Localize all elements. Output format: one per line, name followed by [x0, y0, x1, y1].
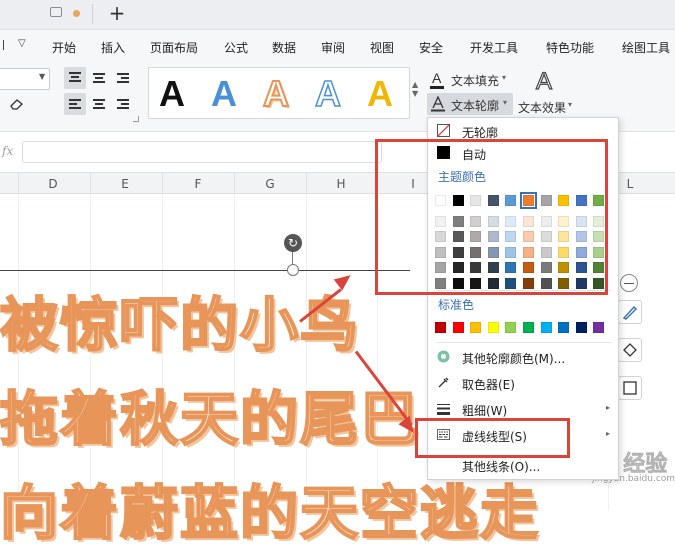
standard-color-swatch[interactable] — [505, 322, 517, 333]
text-outline-button[interactable]: 文本轮廓 ▾ — [427, 93, 513, 115]
more-outline-colors-label: 其他轮廓颜色(M)... — [462, 352, 566, 366]
text-effect-icon: A — [535, 67, 553, 95]
menu-security[interactable]: 安全 — [419, 39, 443, 56]
column-header-h[interactable]: H — [331, 177, 351, 191]
tab-strip: + — [0, 0, 675, 30]
align-center-button[interactable] — [88, 93, 110, 115]
gallery-more-icon[interactable]: ▲ ▼ — [412, 80, 420, 102]
menu-bar: ▽ 开始 插入 页面布局 公式 数据 审阅 视图 安全 开发工具 特色功能 绘图… — [0, 30, 675, 62]
standard-colors-title: 标准色 — [438, 298, 475, 312]
textbox-top-border — [0, 270, 410, 271]
no-outline-icon — [437, 124, 450, 137]
unsaved-indicator-dot — [73, 10, 80, 17]
eyedropper-label: 取色器(E) — [462, 378, 515, 392]
align-left-button[interactable] — [64, 93, 86, 115]
menu-view[interactable]: 视图 — [370, 39, 394, 56]
standard-color-swatch[interactable] — [470, 322, 482, 333]
art-text-line-1[interactable]: 被惊吓的小鸟 — [0, 278, 360, 362]
text-style-orange-outline[interactable]: A — [262, 72, 290, 116]
submenu-caret-icon: ▸ — [605, 403, 610, 412]
text-outline-caret-icon: ▾ — [503, 98, 508, 107]
submenu-caret-icon: ▸ — [605, 429, 610, 438]
tab-separator — [92, 4, 93, 24]
collapse-icon[interactable] — [0, 40, 4, 50]
column-header-e[interactable]: E — [115, 177, 135, 191]
text-style-black[interactable]: A — [159, 72, 185, 116]
align-middle-button[interactable] — [88, 67, 110, 89]
text-effect-label: 文本效果 — [518, 101, 567, 115]
fx-icon[interactable]: fx — [2, 144, 13, 158]
line-weight-icon — [437, 404, 450, 415]
standard-color-swatch[interactable] — [523, 322, 534, 333]
text-effect-caret-icon: ▾ — [568, 100, 573, 109]
text-style-blue[interactable]: A — [211, 72, 237, 116]
column-header-d[interactable]: D — [43, 177, 63, 191]
menu-drawing-tools[interactable]: 绘图工具 — [622, 39, 670, 56]
fill-color-bar — [430, 86, 444, 89]
standard-color-swatch[interactable] — [435, 322, 446, 333]
align-bottom-button[interactable] — [112, 67, 134, 89]
annotation-box-dash-type — [415, 418, 570, 458]
fill-bucket-icon — [623, 343, 637, 357]
menu-review[interactable]: 审阅 — [321, 39, 345, 56]
line-weight-label: 粗细(W) — [462, 404, 508, 418]
color-wheel-icon — [437, 350, 450, 363]
monitor-icon[interactable] — [50, 7, 62, 17]
standard-color-swatch[interactable] — [593, 322, 605, 333]
menu-home[interactable]: 开始 — [52, 39, 76, 56]
text-fill-caret-icon: ▾ — [502, 73, 507, 82]
chevron-down-icon[interactable]: ▽ — [18, 38, 26, 49]
menu-insert[interactable]: 插入 — [101, 39, 125, 56]
other-lines-label: 其他线条(O)... — [462, 460, 541, 474]
collapse-minus-button[interactable] — [620, 274, 638, 292]
text-style-yellow[interactable]: A — [367, 72, 393, 116]
text-fill-label: 文本填充 — [451, 74, 500, 88]
shape-style-button[interactable] — [618, 300, 642, 324]
eyedropper-icon — [438, 377, 449, 388]
outline-icon — [623, 381, 637, 395]
annotation-box-theme-colors — [375, 139, 608, 295]
menu-developer[interactable]: 开发工具 — [470, 39, 518, 56]
text-fill-icon: A — [432, 70, 442, 86]
more-outline-colors-item[interactable]: 其他轮廓颜色(M)... — [428, 346, 618, 368]
menu-page-layout[interactable]: 页面布局 — [150, 39, 198, 56]
menu-data[interactable]: 数据 — [272, 39, 296, 56]
shape-fill-button[interactable] — [618, 338, 642, 362]
text-outline-icon — [431, 96, 445, 112]
resize-handle[interactable] — [287, 264, 299, 276]
standard-color-swatch[interactable] — [575, 322, 587, 333]
clear-format-icon[interactable] — [10, 98, 24, 110]
standard-color-swatch[interactable] — [558, 322, 570, 333]
text-effect-button[interactable]: A 文本效果 ▾ — [516, 62, 576, 122]
standard-color-swatch[interactable] — [452, 322, 464, 333]
group-expand-icon[interactable] — [133, 116, 139, 122]
menu-formulas[interactable]: 公式 — [224, 39, 248, 56]
rotate-handle-icon[interactable]: ↻ — [284, 234, 302, 252]
standard-color-swatch[interactable] — [540, 322, 552, 333]
column-header-f[interactable]: F — [188, 177, 208, 191]
align-top-button[interactable] — [64, 67, 86, 89]
formula-input[interactable] — [22, 141, 382, 163]
text-outline-label: 文本轮廓 — [451, 99, 500, 113]
text-style-gallery: A A A A A — [148, 67, 410, 119]
text-style-blue-outline[interactable]: A — [314, 72, 342, 116]
column-header-l[interactable]: L — [620, 177, 640, 191]
art-text-line-2[interactable]: 拖着秋天的尾巴 — [0, 372, 420, 456]
line-weight-item[interactable]: 粗细(W) ▸ — [428, 398, 618, 420]
column-header-g[interactable]: G — [260, 177, 280, 191]
new-tab-button[interactable]: + — [106, 1, 128, 25]
brush-icon — [622, 305, 637, 320]
standard-color-swatch[interactable] — [487, 322, 499, 333]
menu-special-features[interactable]: 特色功能 — [546, 39, 594, 56]
eyedropper-item[interactable]: 取色器(E) — [428, 372, 618, 394]
dropdown-arrow-icon[interactable]: ▼ — [39, 72, 45, 81]
shape-outline-button[interactable] — [618, 376, 642, 400]
align-right-button[interactable] — [112, 93, 134, 115]
